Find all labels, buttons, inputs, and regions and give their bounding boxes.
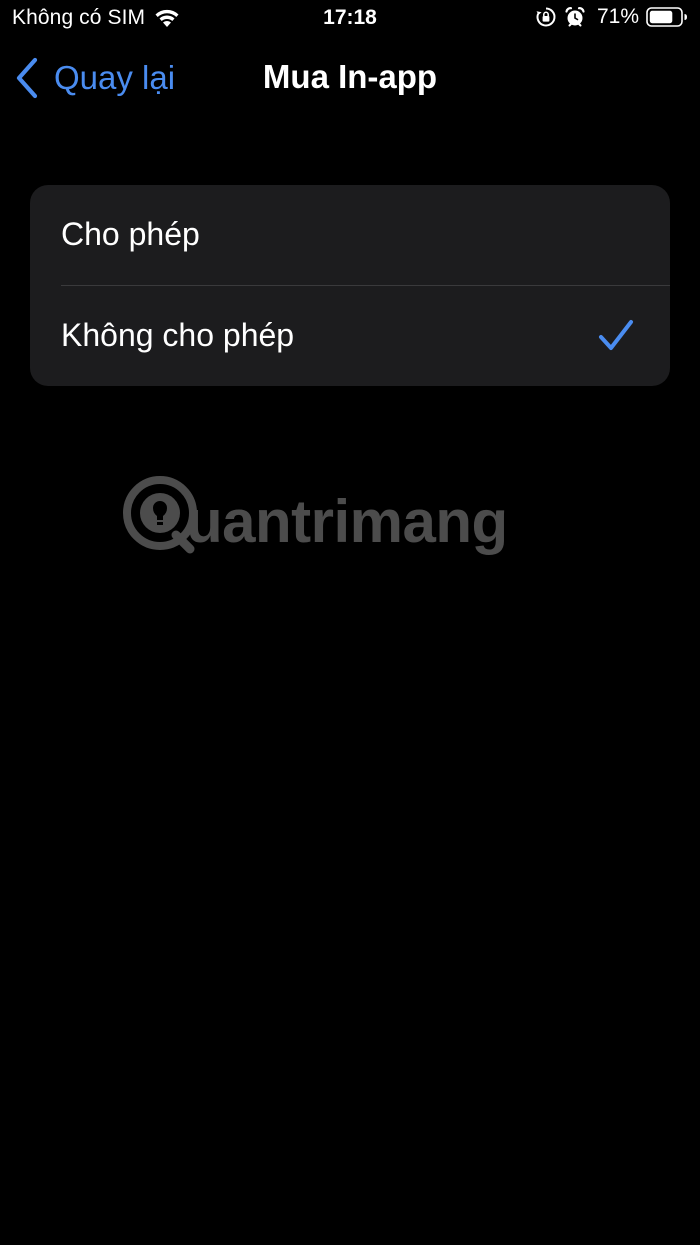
battery-percentage: 71% [596,5,639,28]
watermark-text: uantrimang [186,488,508,555]
navigation-bar: Quay lại Mua In-app [0,52,700,108]
page-title: Mua In-app [262,58,438,95]
battery-icon [646,6,688,28]
purchase-options-list: Cho phép Không cho phép [30,185,670,386]
alarm-icon [564,6,586,28]
checkmark-icon [598,318,634,354]
option-dont-allow[interactable]: Không cho phép [30,286,670,386]
status-bar: Không có SIM 17:18 71% [0,0,700,40]
watermark: uantrimang [122,472,522,562]
right-status-group: 71% [535,5,688,29]
option-dont-allow-label: Không cho phép [61,317,295,353]
option-allow[interactable]: Cho phép [30,185,670,285]
option-allow-label: Cho phép [61,216,200,252]
rotation-lock-icon [535,6,557,28]
